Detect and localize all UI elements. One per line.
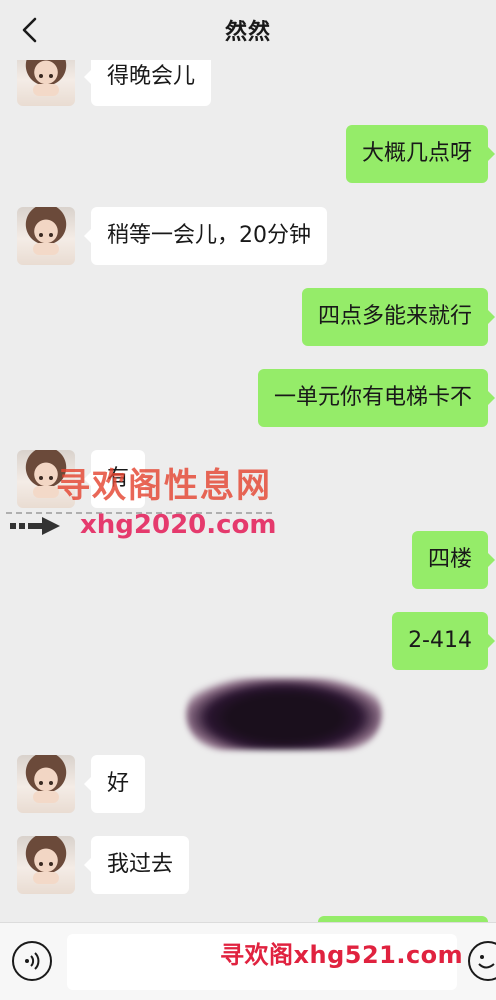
back-button[interactable] <box>14 14 46 46</box>
outgoing-message-bubble[interactable]: 2-414 <box>392 612 495 670</box>
incoming-message-bubble[interactable]: 得晚会儿 <box>83 60 212 106</box>
watermark-text: 寻欢阁性息网 <box>56 466 272 506</box>
contact-name: 然然 <box>224 20 271 45</box>
avatar[interactable] <box>17 207 75 265</box>
avatar[interactable] <box>17 60 75 106</box>
voice-icon <box>25 952 40 970</box>
message-list[interactable]: 得晚会儿 大概几点呀 稍等一会儿，20分钟 四点多能来就行 一单元你有电梯卡不 … <box>0 60 496 922</box>
outgoing-message-bubble[interactable]: 四点多能来就行 <box>301 288 496 346</box>
emoji-button[interactable] <box>468 941 496 981</box>
redaction-mark <box>186 678 382 750</box>
chevron-left-icon <box>22 17 37 43</box>
chat-header: 然然 <box>0 0 496 60</box>
voice-button[interactable] <box>12 941 52 981</box>
avatar[interactable] <box>17 836 75 894</box>
incoming-message-bubble[interactable]: 我过去 <box>83 836 190 894</box>
watermark-bottom: 寻欢阁xhg521.com <box>220 941 464 969</box>
outgoing-message-bubble[interactable]: 大概几点呀 <box>345 125 496 183</box>
smiley-icon <box>478 955 495 969</box>
avatar[interactable] <box>17 755 75 813</box>
arrow-right-icon <box>10 517 60 535</box>
watermark-url: xhg2020.com <box>80 510 277 540</box>
outgoing-message-bubble[interactable]: 四楼 <box>411 531 496 589</box>
incoming-message-bubble[interactable]: 稍等一会儿，20分钟 <box>84 207 327 265</box>
incoming-message-bubble[interactable]: 好 <box>83 755 146 813</box>
outgoing-message-bubble[interactable]: 一单元你有电梯卡不 <box>257 369 496 427</box>
